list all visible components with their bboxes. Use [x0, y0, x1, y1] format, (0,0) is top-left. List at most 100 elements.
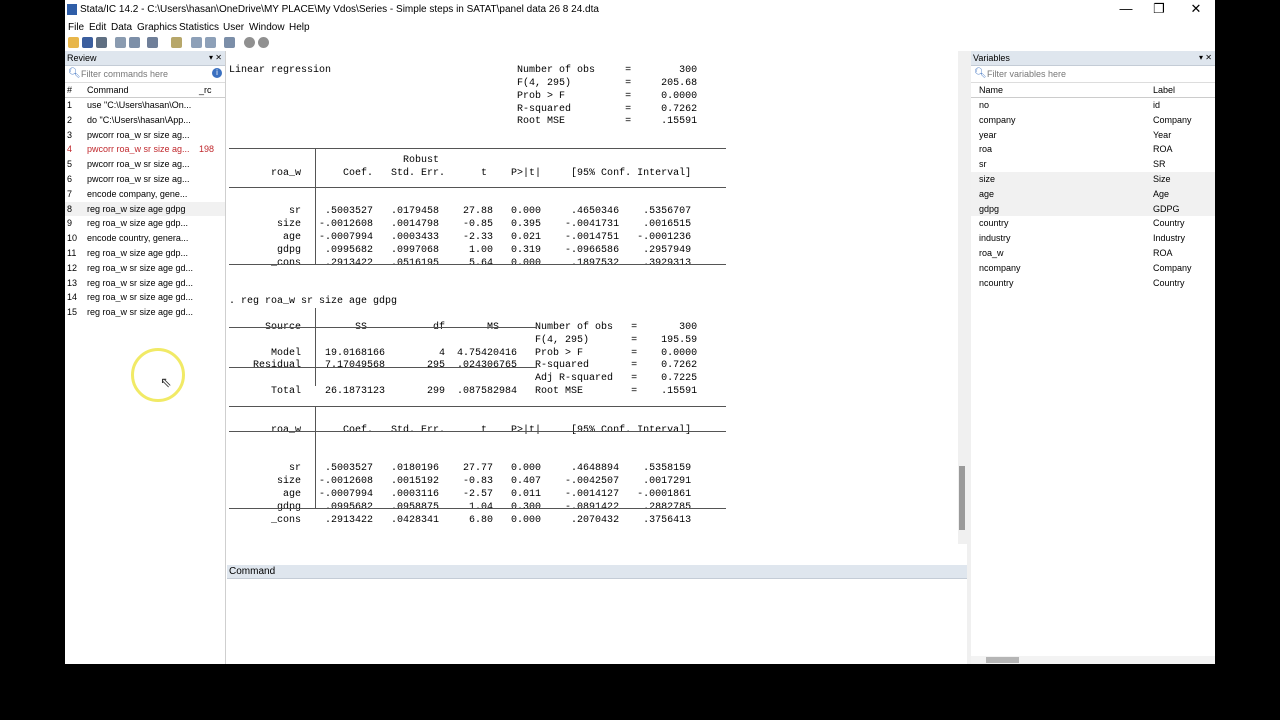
table-rule: [229, 187, 726, 188]
review-row[interactable]: 3 pwcorr roa_w sr size ag...: [65, 128, 225, 143]
review-row[interactable]: 2 do "C:\Users\hasan\App...: [65, 113, 225, 128]
review-row-command: pwcorr roa_w sr size ag...: [87, 129, 190, 140]
review-row-number: 11: [67, 247, 77, 258]
menu-graphics[interactable]: Graphics: [137, 22, 177, 33]
variable-row[interactable]: age Age: [971, 186, 1215, 202]
review-row[interactable]: 7 encode company, gene...: [65, 187, 225, 202]
open-icon[interactable]: [68, 37, 79, 48]
variable-row[interactable]: no id: [971, 98, 1215, 113]
variable-row[interactable]: country Country: [971, 216, 1215, 231]
review-row-number: 12: [67, 262, 78, 273]
review-row-command: do "C:\Users\hasan\App...: [87, 114, 191, 125]
menu-statistics[interactable]: Statistics: [179, 22, 219, 33]
table-rule: [229, 367, 537, 368]
review-row-command: reg roa_w size age gdp...: [87, 218, 189, 229]
menu-bar: File Edit Data Graphics Statistics User …: [65, 20, 1215, 35]
data-editor-edit-icon[interactable]: [191, 37, 202, 48]
variable-row[interactable]: size Size: [971, 171, 1215, 187]
table-rule: [315, 148, 316, 264]
variable-row[interactable]: gdpg GDPG: [971, 201, 1215, 217]
results-scrollbar-thumb[interactable]: [959, 466, 965, 530]
review-row[interactable]: 12 reg roa_w sr size age gd...: [65, 261, 225, 276]
review-row[interactable]: 9 reg roa_w size age gdp...: [65, 216, 225, 231]
variables-filter-input[interactable]: Filter variables here: [987, 69, 1066, 79]
review-row[interactable]: 14 reg roa_w sr size age gd...: [65, 290, 225, 305]
stata-app-icon: [67, 4, 77, 15]
review-filter[interactable]: 🔍︎ Filter commands here i: [65, 66, 225, 83]
variable-name: ncompany: [979, 262, 1021, 273]
menu-file[interactable]: File: [68, 22, 84, 33]
review-row[interactable]: 6 pwcorr roa_w sr size ag...: [65, 172, 225, 187]
variables-manager-icon[interactable]: [224, 37, 235, 48]
variables-filter[interactable]: 🔍︎ Filter variables here: [971, 66, 1215, 83]
review-filter-input[interactable]: Filter commands here: [81, 69, 168, 79]
column-number[interactable]: #: [67, 85, 72, 95]
review-row[interactable]: 4 pwcorr roa_w sr size ag... 198: [65, 142, 225, 157]
variable-name: ncountry: [979, 277, 1014, 288]
variable-label: GDPG: [1153, 203, 1180, 214]
variable-label: Company: [1153, 262, 1192, 273]
review-row-command: reg roa_w sr size age gd...: [87, 307, 194, 318]
minimize-button[interactable]: —: [1108, 0, 1144, 20]
menu-window[interactable]: Window: [249, 22, 285, 33]
review-row-command: reg roa_w sr size age gd...: [87, 277, 194, 288]
column-name[interactable]: Name: [979, 85, 1003, 95]
variable-row[interactable]: company Company: [971, 113, 1215, 128]
review-row[interactable]: 10 encode country, genera...: [65, 231, 225, 246]
variable-row[interactable]: roa ROA: [971, 142, 1215, 157]
menu-edit[interactable]: Edit: [89, 22, 106, 33]
pane-controls-icon[interactable]: ▾ ✕: [209, 51, 222, 65]
variable-row[interactable]: roa_w ROA: [971, 246, 1215, 261]
review-row-number: 2: [67, 114, 73, 125]
review-row[interactable]: 11 reg roa_w size age gdp...: [65, 246, 225, 261]
break-icon[interactable]: [258, 37, 269, 48]
column-rc[interactable]: _rc: [199, 85, 212, 95]
review-row[interactable]: 8 reg roa_w size age gdpg: [65, 201, 225, 217]
results-scrollbar[interactable]: [958, 51, 967, 544]
review-row[interactable]: 13 reg roa_w sr size age gd...: [65, 276, 225, 291]
variables-list: no id company Company year Year roa ROA sr SR size…: [971, 98, 1215, 290]
data-browser-icon[interactable]: [205, 37, 216, 48]
review-row[interactable]: 5 pwcorr roa_w sr size ag...: [65, 157, 225, 172]
print-icon[interactable]: [96, 37, 107, 48]
do-file-editor-icon[interactable]: [171, 37, 182, 48]
pane-controls-icon[interactable]: ▾ ✕: [1199, 51, 1212, 65]
viewer-icon[interactable]: [129, 37, 140, 48]
review-row[interactable]: 1 use "C:\Users\hasan\On...: [65, 98, 225, 113]
variables-scrollbar[interactable]: [971, 656, 1215, 664]
variable-row[interactable]: ncompany Company: [971, 261, 1215, 276]
variables-scrollbar-thumb[interactable]: [986, 657, 1019, 663]
variable-row[interactable]: industry Industry: [971, 231, 1215, 246]
menu-user[interactable]: User: [223, 22, 244, 33]
column-label[interactable]: Label: [1153, 85, 1175, 95]
variables-pane: Variables ▾ ✕ 🔍︎ Filter variables here N…: [971, 51, 1215, 664]
variable-label: ROA: [1153, 247, 1173, 258]
review-row[interactable]: 15 reg roa_w sr size age gd...: [65, 305, 225, 320]
variable-label: Year: [1153, 129, 1172, 140]
variable-row[interactable]: sr SR: [971, 157, 1215, 172]
command-input[interactable]: [227, 579, 969, 664]
stata-window: Stata/IC 14.2 - C:\Users\hasan\OneDrive\…: [65, 0, 1215, 664]
command-header: Command: [227, 565, 969, 579]
more-icon[interactable]: [244, 37, 255, 48]
cursor-highlight: [131, 348, 185, 402]
save-icon[interactable]: [82, 37, 93, 48]
mouse-cursor-icon: ⇖: [160, 374, 172, 390]
column-command[interactable]: Command: [87, 85, 129, 95]
menu-help[interactable]: Help: [289, 22, 310, 33]
review-row-number: 3: [67, 129, 73, 140]
variable-name: country: [979, 218, 1009, 229]
table-rule: [315, 406, 316, 508]
graph-icon[interactable]: [147, 37, 158, 48]
info-icon[interactable]: i: [212, 68, 222, 78]
maximize-button[interactable]: ❐: [1141, 0, 1177, 20]
variables-title: Variables: [973, 53, 1010, 63]
variable-row[interactable]: year Year: [971, 128, 1215, 143]
variable-row[interactable]: ncountry Country: [971, 276, 1215, 291]
menu-data[interactable]: Data: [111, 22, 132, 33]
review-row-number: 14: [67, 292, 78, 303]
variable-name: industry: [979, 233, 1011, 244]
log-icon[interactable]: [115, 37, 126, 48]
close-button[interactable]: ✕: [1178, 0, 1214, 20]
results-output: Linear regression Number of obs = 300 F(…: [229, 65, 698, 526]
